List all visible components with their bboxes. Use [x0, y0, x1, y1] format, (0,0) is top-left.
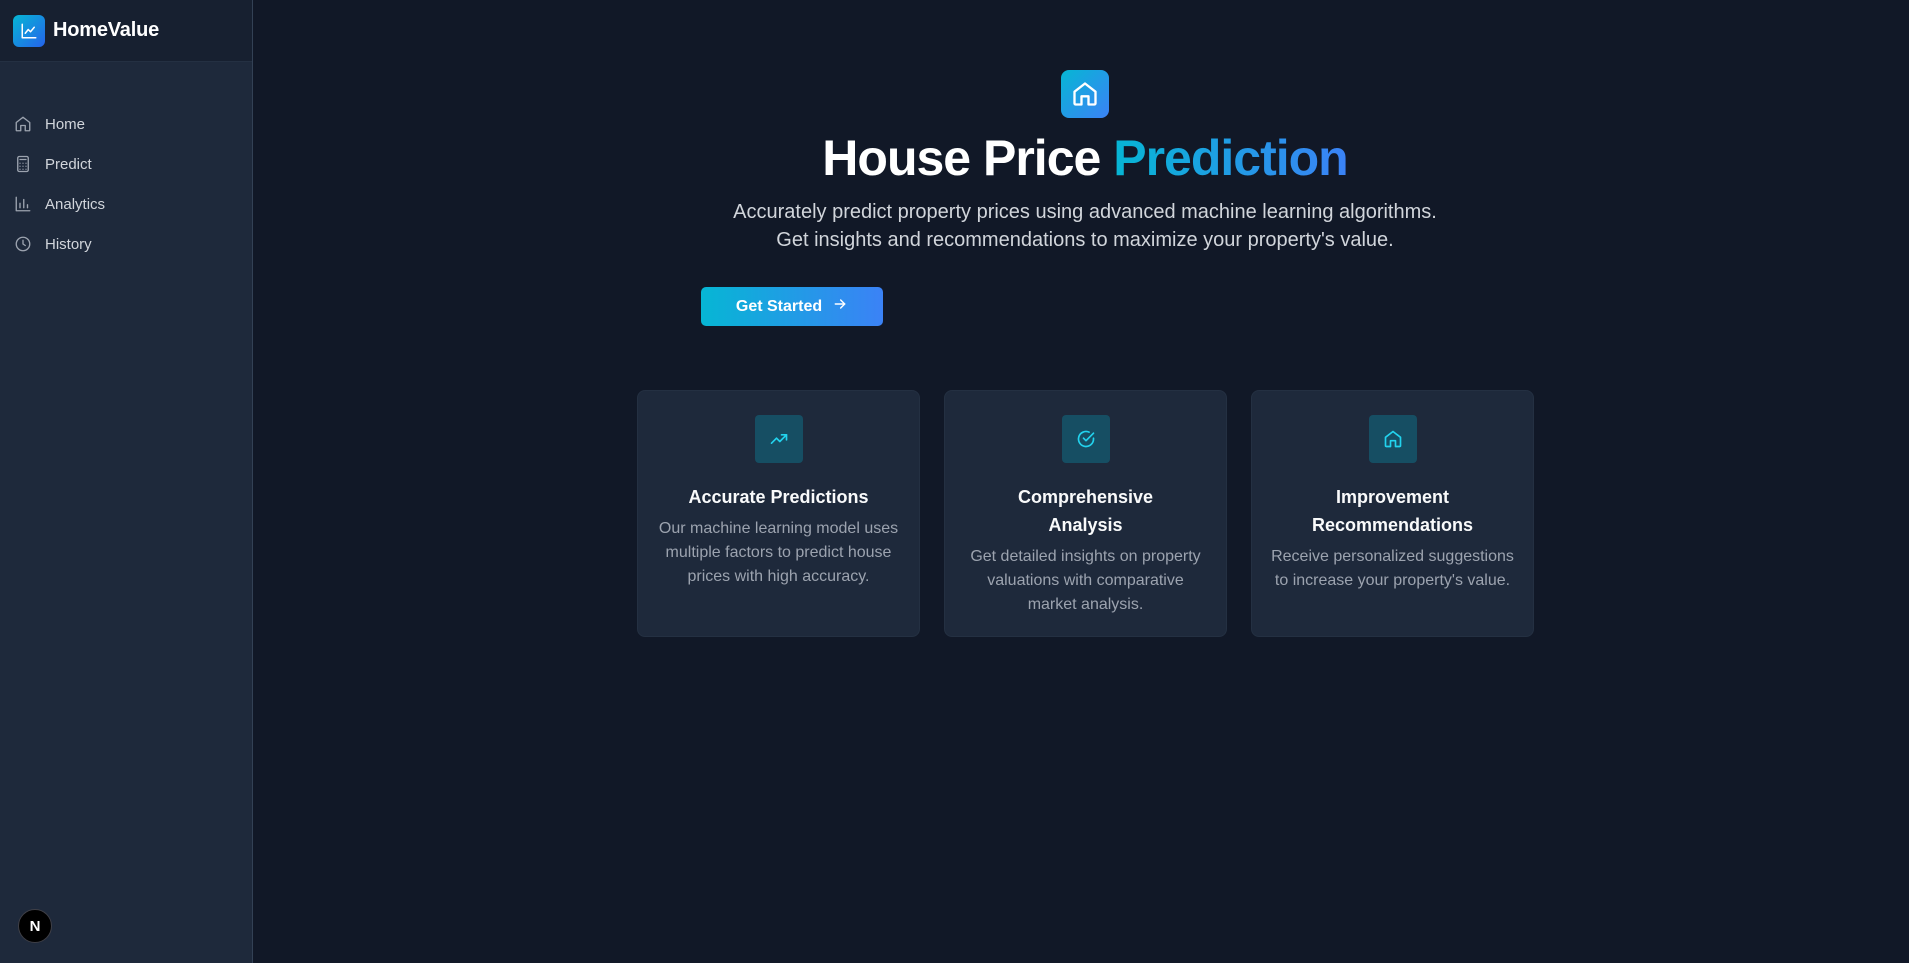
- dev-badge-letter: N: [29, 917, 41, 935]
- feature-title: Accurate Predictions: [688, 487, 869, 507]
- trending-up-icon: [754, 415, 803, 463]
- sidebar-item-label: Home: [45, 115, 86, 133]
- dev-tools-badge[interactable]: N: [18, 909, 52, 943]
- subtitle-line-2: Get insights and recommendations to maxi…: [776, 229, 1394, 251]
- chart-line-icon: [13, 14, 45, 47]
- sidebar-item-home[interactable]: Home: [0, 104, 252, 144]
- app-root: HomeValue Home Predict Analytics History…: [0, 0, 1909, 963]
- feature-description: Our machine learning model uses multiple…: [658, 520, 899, 585]
- feature-title: Improvement Recommendations: [1311, 487, 1474, 535]
- feature-description: Get detailed insights on property valuat…: [970, 548, 1201, 613]
- title-accent: Prediction: [1113, 130, 1348, 186]
- check-circle-icon: [1061, 415, 1110, 463]
- sidebar-item-label: Analytics: [45, 195, 106, 213]
- brand[interactable]: HomeValue: [0, 0, 252, 62]
- feature-title: Comprehensive Analysis: [1017, 487, 1154, 535]
- sidebar: HomeValue Home Predict Analytics History…: [0, 0, 253, 963]
- hero-subtitle: Accurately predict property prices using…: [253, 198, 1909, 254]
- sidebar-item-predict[interactable]: Predict: [0, 144, 252, 184]
- get-started-button[interactable]: Get Started: [701, 287, 883, 326]
- house-icon: [1061, 70, 1109, 118]
- feature-card-improvement-recommendations: Improvement Recommendations Receive pers…: [1251, 390, 1534, 637]
- calculator-icon: [14, 155, 32, 173]
- home-icon: [1368, 415, 1417, 463]
- brand-name: HomeValue: [53, 19, 160, 41]
- main-content: House Price Prediction Accurately predic…: [253, 0, 1909, 963]
- page-title: House Price Prediction: [253, 128, 1909, 188]
- feature-card-accurate-predictions: Accurate Predictions Our machine learnin…: [637, 390, 920, 637]
- sidebar-item-label: History: [45, 235, 92, 253]
- clock-icon: [14, 235, 32, 253]
- arrow-right-icon: [832, 296, 848, 317]
- feature-cards: Accurate Predictions Our machine learnin…: [637, 390, 1534, 637]
- sidebar-nav: Home Predict Analytics History: [0, 104, 252, 264]
- get-started-label: Get Started: [735, 297, 823, 315]
- sidebar-item-label: Predict: [45, 155, 92, 173]
- title-primary: House Price: [822, 130, 1101, 186]
- subtitle-line-1: Accurately predict property prices using…: [733, 201, 1437, 223]
- bar-chart-icon: [14, 195, 32, 213]
- sidebar-item-history[interactable]: History: [0, 224, 252, 264]
- feature-card-comprehensive-analysis: Comprehensive Analysis Get detailed insi…: [944, 390, 1227, 637]
- sidebar-item-analytics[interactable]: Analytics: [0, 184, 252, 224]
- home-icon: [14, 115, 32, 133]
- feature-description: Receive personalized suggestions to incr…: [1271, 548, 1514, 589]
